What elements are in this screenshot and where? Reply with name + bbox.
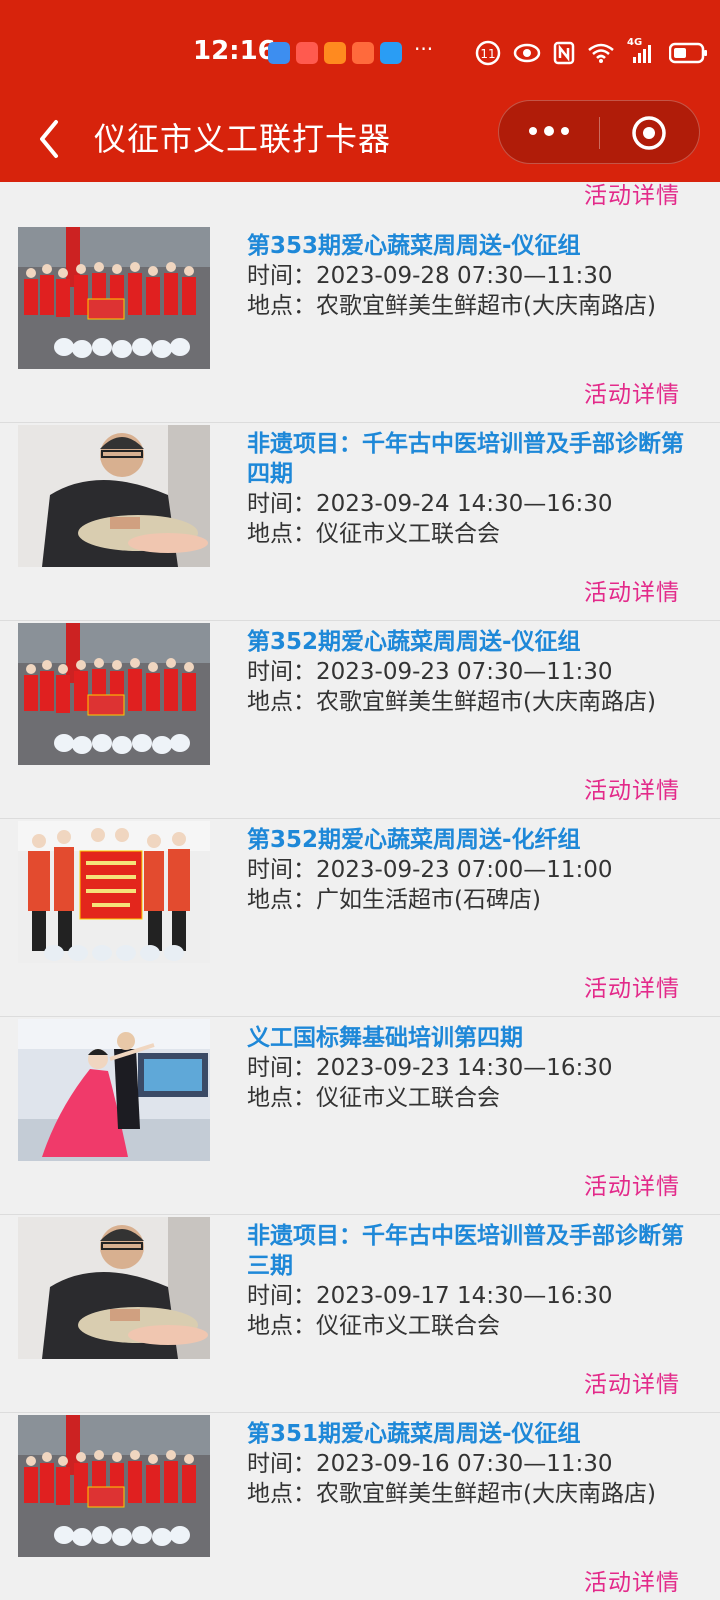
activity-thumbnail	[18, 623, 210, 765]
app-header: 12:16 ··· 11 4G 仪征市义工联打卡器	[0, 0, 720, 182]
activity-detail-link[interactable]: 活动详情	[584, 969, 680, 1003]
status-time: 12:16	[193, 36, 276, 66]
activity-title: 义工国标舞基础培训第四期	[247, 1025, 523, 1051]
close-miniprogram-icon[interactable]	[631, 115, 667, 151]
activity-item[interactable]: 第352期爱心蔬菜周周送-仪征组 时间：2023-09-23 07:30—11:…	[0, 621, 720, 819]
activity-title: 第352期爱心蔬菜周周送-仪征组	[247, 629, 581, 655]
activity-title: 第352期爱心蔬菜周周送-化纤组	[247, 827, 581, 853]
activity-item[interactable]: 第351期爱心蔬菜周周送-仪征组 时间：2023-09-16 07:30—11:…	[0, 1413, 720, 1600]
activity-title: 非遗项目：千年古中医培训普及手部诊断第四期	[247, 431, 684, 487]
activity-detail-link[interactable]: 活动详情	[584, 771, 680, 805]
navigation-bar: 仪征市义工联打卡器	[0, 100, 720, 182]
eye-comfort-icon	[513, 43, 541, 63]
activity-detail-link[interactable]: 活动详情	[584, 1167, 680, 1201]
data-saver-icon: 11	[475, 40, 501, 66]
more-notifications-icon: ···	[414, 37, 434, 61]
nfc-icon	[553, 41, 575, 65]
activity-time: 时间：2023-09-16 07:30—11:30	[247, 1451, 613, 1477]
status-bar: 12:16 ··· 11 4G	[0, 0, 720, 100]
activity-location: 地点：仪征市义工联合会	[247, 1085, 500, 1111]
activity-time: 时间：2023-09-28 07:30—11:30	[247, 263, 613, 289]
activity-detail-link[interactable]: 活动详情	[584, 182, 680, 210]
capsule-divider	[599, 117, 600, 149]
activity-detail-link[interactable]: 活动详情	[584, 1365, 680, 1399]
previous-list-item: 活动详情	[0, 182, 720, 229]
activity-time: 时间：2023-09-23 07:30—11:30	[247, 659, 613, 685]
activity-item[interactable]: 第352期爱心蔬菜周周送-化纤组 时间：2023-09-23 07:00—11:…	[0, 819, 720, 1017]
miniprogram-capsule	[498, 100, 700, 164]
activity-item[interactable]: 义工国标舞基础培训第四期 时间：2023-09-23 14:30—16:30 地…	[0, 1017, 720, 1215]
activity-time: 时间：2023-09-23 07:00—11:00	[247, 857, 613, 883]
activity-location: 地点：广如生活超市(石碑店)	[247, 887, 541, 913]
activity-title: 非遗项目：千年古中医培训普及手部诊断第三期	[247, 1223, 684, 1279]
svg-text:11: 11	[480, 47, 495, 61]
activity-location: 地点：农歌宜鲜美生鲜超市(大庆南路店)	[247, 293, 656, 319]
activity-thumbnail	[18, 227, 210, 369]
activity-list: 活动详情 第353期爱心蔬菜周周送-仪征组 时间：2023-09-28 07:3…	[0, 182, 720, 1600]
activity-title: 第351期爱心蔬菜周周送-仪征组	[247, 1421, 581, 1447]
activity-time: 时间：2023-09-17 14:30—16:30	[247, 1283, 613, 1309]
activity-thumbnail	[18, 1217, 210, 1359]
activity-time: 时间：2023-09-23 14:30—16:30	[247, 1055, 613, 1081]
weibo-app-icon	[296, 42, 318, 64]
activity-thumbnail	[18, 1415, 210, 1557]
activity-location: 地点：农歌宜鲜美生鲜超市(大庆南路店)	[247, 1481, 656, 1507]
hand-app-icon	[352, 42, 374, 64]
activity-title: 第353期爱心蔬菜周周送-仪征组	[247, 233, 581, 259]
activity-detail-link[interactable]: 活动详情	[584, 375, 680, 409]
activity-location: 地点：仪征市义工联合会	[247, 521, 500, 547]
activity-thumbnail	[18, 425, 210, 567]
activity-location: 地点：仪征市义工联合会	[247, 1313, 500, 1339]
activity-location: 地点：农歌宜鲜美生鲜超市(大庆南路店)	[247, 689, 656, 715]
activity-time: 时间：2023-09-24 14:30—16:30	[247, 491, 613, 517]
activity-thumbnail	[18, 821, 210, 963]
system-status-icons: 11 4G	[475, 37, 709, 66]
activity-item[interactable]: 第353期爱心蔬菜周周送-仪征组 时间：2023-09-28 07:30—11:…	[0, 225, 720, 423]
activity-item[interactable]: 非遗项目：千年古中医培训普及手部诊断第三期 时间：2023-09-17 14:3…	[0, 1215, 720, 1413]
page-title: 仪征市义工联打卡器	[94, 120, 392, 158]
video-app-icon	[324, 42, 346, 64]
activity-detail-link[interactable]: 活动详情	[584, 1563, 680, 1597]
search-app-icon	[380, 42, 402, 64]
back-arrow-icon[interactable]	[30, 114, 70, 164]
cellular-signal-icon: 4G	[627, 37, 657, 65]
wifi-icon	[588, 43, 614, 63]
activity-thumbnail	[18, 1019, 210, 1161]
activity-item[interactable]: 非遗项目：千年古中医培训普及手部诊断第四期 时间：2023-09-24 14:3…	[0, 423, 720, 621]
notification-icons: ···	[268, 37, 434, 64]
more-options-icon[interactable]	[527, 121, 571, 141]
activity-detail-link[interactable]: 活动详情	[584, 573, 680, 607]
browser-app-icon	[268, 42, 290, 64]
battery-icon	[669, 42, 707, 64]
